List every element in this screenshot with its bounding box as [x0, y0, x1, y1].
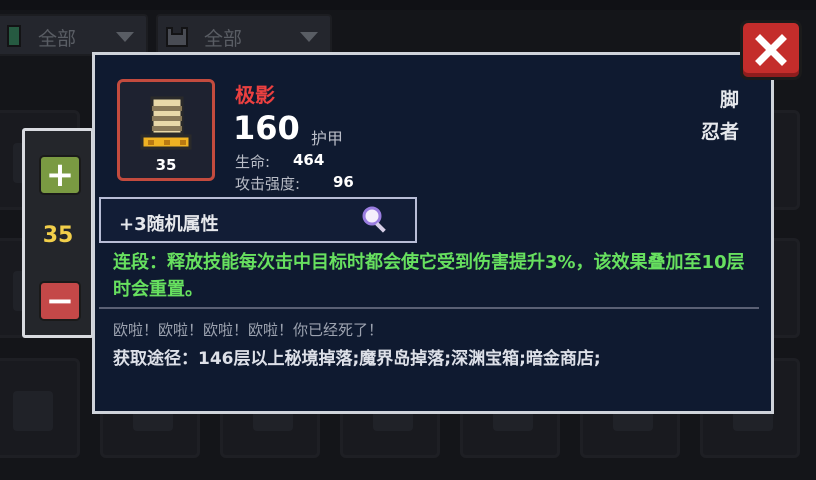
plus-icon: +	[45, 155, 75, 195]
boots-item-icon	[140, 96, 192, 150]
magnifier-icon[interactable]	[359, 203, 393, 237]
stat-row-attack: 攻击强度: 96	[235, 173, 354, 194]
divider	[99, 307, 759, 309]
stat-row-hp: 生命: 464	[235, 151, 324, 172]
quantity-value: 35	[42, 223, 74, 248]
item-main-value: 160	[233, 109, 300, 147]
close-icon	[755, 34, 787, 66]
stat-label: 生命:	[235, 153, 271, 171]
quantity-panel: + 35 −	[22, 128, 94, 338]
item-tooltip: 35 极影 160 护甲 生命: 464 攻击强度: 96 脚 忍者 +3随机属…	[92, 52, 774, 414]
random-attribute-label: +3随机属性	[119, 214, 219, 235]
skill-description: 连段：释放技能每次击中目标时都会使它受到伤害提升3%，该效果叠加至10层时会重置…	[113, 252, 745, 300]
minus-icon: −	[45, 281, 75, 321]
item-name: 极影	[235, 83, 275, 107]
close-button[interactable]	[740, 20, 802, 80]
item-class: 忍者	[700, 121, 739, 143]
item-slot-type: 脚	[719, 89, 739, 111]
stat-label: 攻击强度:	[235, 175, 301, 193]
item-level: 35	[155, 156, 177, 174]
decrease-button[interactable]: −	[39, 281, 81, 321]
random-attribute-box[interactable]: +3随机属性	[99, 197, 417, 243]
item-main-label: 护甲	[311, 129, 344, 148]
flavor-text: 欧啦！欧啦！欧啦！欧啦！你已经死了！	[113, 321, 384, 339]
stat-value: 464	[293, 151, 325, 169]
increase-button[interactable]: +	[39, 155, 81, 195]
acquisition-source: 获取途径：146层以上秘境掉落;魔界岛掉落;深渊宝箱;暗金商店;	[113, 349, 601, 369]
item-icon-frame: 35	[117, 79, 215, 181]
stat-value: 96	[333, 173, 354, 191]
